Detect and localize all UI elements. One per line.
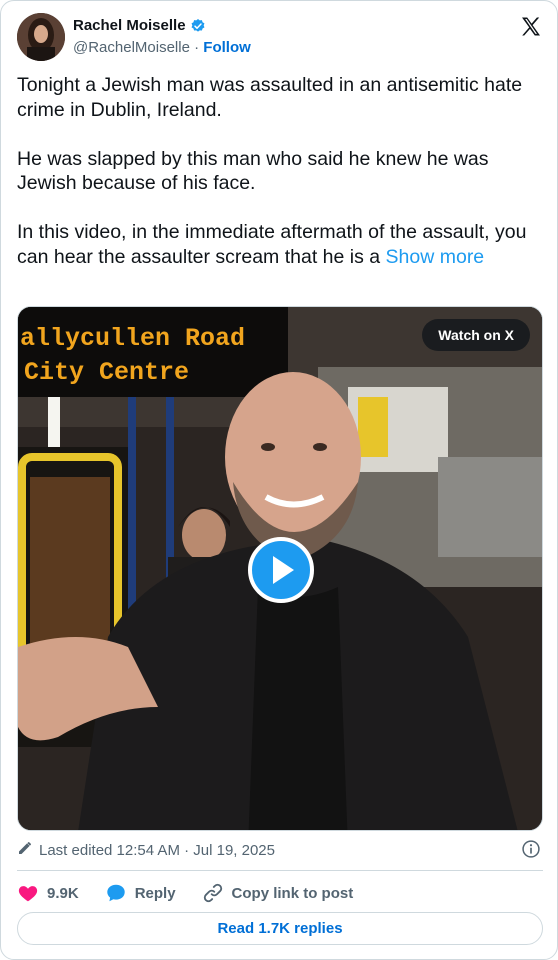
- action-bar: 9.9K Reply Copy link to post: [17, 879, 379, 907]
- copy-link-label: Copy link to post: [231, 884, 354, 902]
- read-replies-button[interactable]: Read 1.7K replies: [17, 912, 543, 945]
- reply-button[interactable]: Reply: [105, 882, 176, 904]
- copy-link-button[interactable]: Copy link to post: [202, 882, 354, 904]
- author-name[interactable]: Rachel Moiselle: [73, 17, 186, 34]
- embedded-post-card: Rachel Moiselle @RachelMoiselle · Follow…: [0, 0, 558, 960]
- verified-badge-icon: [190, 18, 206, 34]
- info-icon[interactable]: [521, 839, 541, 859]
- pencil-icon: [17, 840, 33, 861]
- post-header: Rachel Moiselle @RachelMoiselle · Follow: [17, 13, 543, 63]
- like-count: 9.9K: [47, 884, 79, 902]
- post-text: Tonight a Jewish man was assaulted in an…: [17, 73, 527, 269]
- post-meta: Last edited 12:54 AM · Jul 19, 2025: [17, 839, 543, 861]
- bus-sign-line1: allycullen Road: [20, 324, 245, 353]
- watch-on-x-button[interactable]: Watch on X: [422, 319, 530, 351]
- avatar[interactable]: [17, 13, 65, 61]
- reply-label: Reply: [134, 884, 176, 902]
- divider: [17, 870, 543, 871]
- name-row: Rachel Moiselle: [73, 17, 206, 34]
- heart-icon: [18, 886, 38, 902]
- video-media[interactable]: allycullen Road City Centre Watch on X: [17, 306, 543, 831]
- play-icon: [273, 556, 294, 584]
- follow-button[interactable]: Follow: [203, 39, 251, 56]
- bus-sign-line2: City Centre: [24, 358, 189, 387]
- play-button[interactable]: [248, 537, 314, 603]
- link-icon: [203, 883, 222, 903]
- author-handle[interactable]: @RachelMoiselle: [73, 39, 190, 56]
- edited-timestamp[interactable]: Last edited 12:54 AM · Jul 19, 2025: [39, 842, 275, 859]
- like-button[interactable]: 9.9K: [17, 882, 79, 904]
- show-more-link[interactable]: Show more: [386, 246, 485, 268]
- handle-row: @RachelMoiselle · Follow: [73, 39, 251, 56]
- separator: ·: [194, 39, 200, 56]
- reply-bubble-icon: [106, 884, 125, 902]
- x-logo-icon[interactable]: [519, 15, 543, 39]
- post-body: Tonight a Jewish man was assaulted in an…: [17, 74, 527, 268]
